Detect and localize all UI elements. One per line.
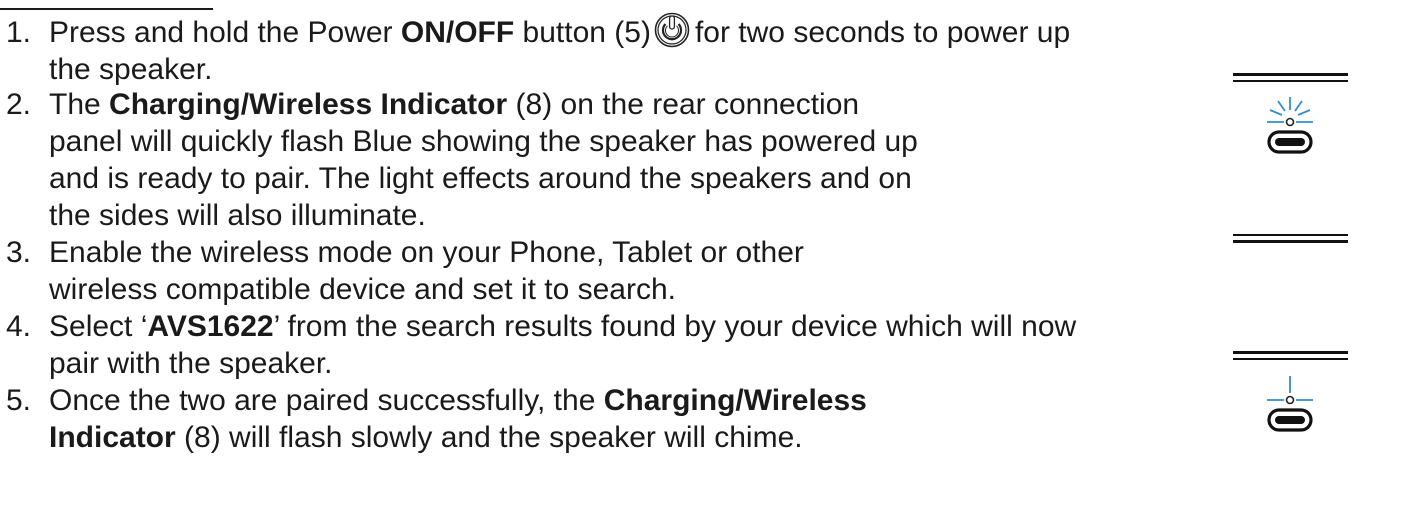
step-2: 2. The Charging/Wireless Indicator (8) on…: [6, 86, 918, 234]
step-number: 3.: [6, 236, 32, 269]
step-number: 2.: [6, 88, 32, 121]
step-text: Enable the wireless mode on your Phone, …: [49, 236, 804, 269]
step-text: the speaker.: [49, 53, 213, 86]
power-button-label: ON/OFF: [400, 16, 515, 49]
step-number: 1.: [6, 16, 32, 49]
indicator-label: Charging/Wireless: [603, 384, 867, 417]
step-1: 1. Press and hold the Power ON/OFF button…: [6, 12, 1070, 88]
charging-indicator-slow-flash-icon: [1267, 376, 1313, 432]
divider-rule: [1233, 358, 1348, 360]
divider-rule: [1233, 80, 1348, 82]
divider-rule: [1233, 240, 1348, 243]
step-text: and is ready to pair. The light effects …: [49, 162, 912, 195]
step-text: ’ from the search results found by your …: [273, 310, 1077, 343]
step-text: (8) on the rear connection: [507, 88, 860, 121]
indicator-label: Charging/Wireless Indicator: [109, 88, 508, 121]
step-text: pair with the speaker.: [49, 347, 333, 380]
step-text: the sides will also illuminate.: [49, 199, 426, 232]
step-text: panel will quickly flash Blue showing th…: [49, 125, 918, 158]
divider-rule: [1233, 73, 1348, 76]
step-text: The: [49, 88, 110, 121]
step-text: Press and hold the Power: [49, 16, 401, 49]
section-top-rule: [0, 8, 213, 10]
step-number: 5.: [6, 384, 32, 417]
step-text: (8) will flash slowly and the speaker wi…: [175, 421, 803, 454]
step-4: 4. Select ‘AVS1622’ from the search resul…: [6, 308, 1076, 382]
indicator-label: Indicator: [49, 421, 176, 454]
divider-rule: [1233, 351, 1348, 354]
step-number: 4.: [6, 310, 32, 343]
charging-indicator-fast-flash-icon: [1267, 97, 1313, 154]
step-text: for two seconds to power up: [694, 16, 1071, 49]
device-name: AVS1622: [147, 310, 274, 343]
step-text: button (5): [514, 16, 651, 49]
step-text: Once the two are paired successfully, th…: [49, 384, 604, 417]
divider-rule: [1233, 234, 1348, 236]
step-text: wireless compatible device and set it to…: [49, 273, 676, 306]
step-text: Select ‘: [49, 310, 148, 343]
step-5: 5. Once the two are paired successfully, …: [6, 382, 867, 456]
power-icon: [654, 12, 690, 48]
step-3: 3. Enable the wireless mode on your Phone…: [6, 234, 804, 308]
